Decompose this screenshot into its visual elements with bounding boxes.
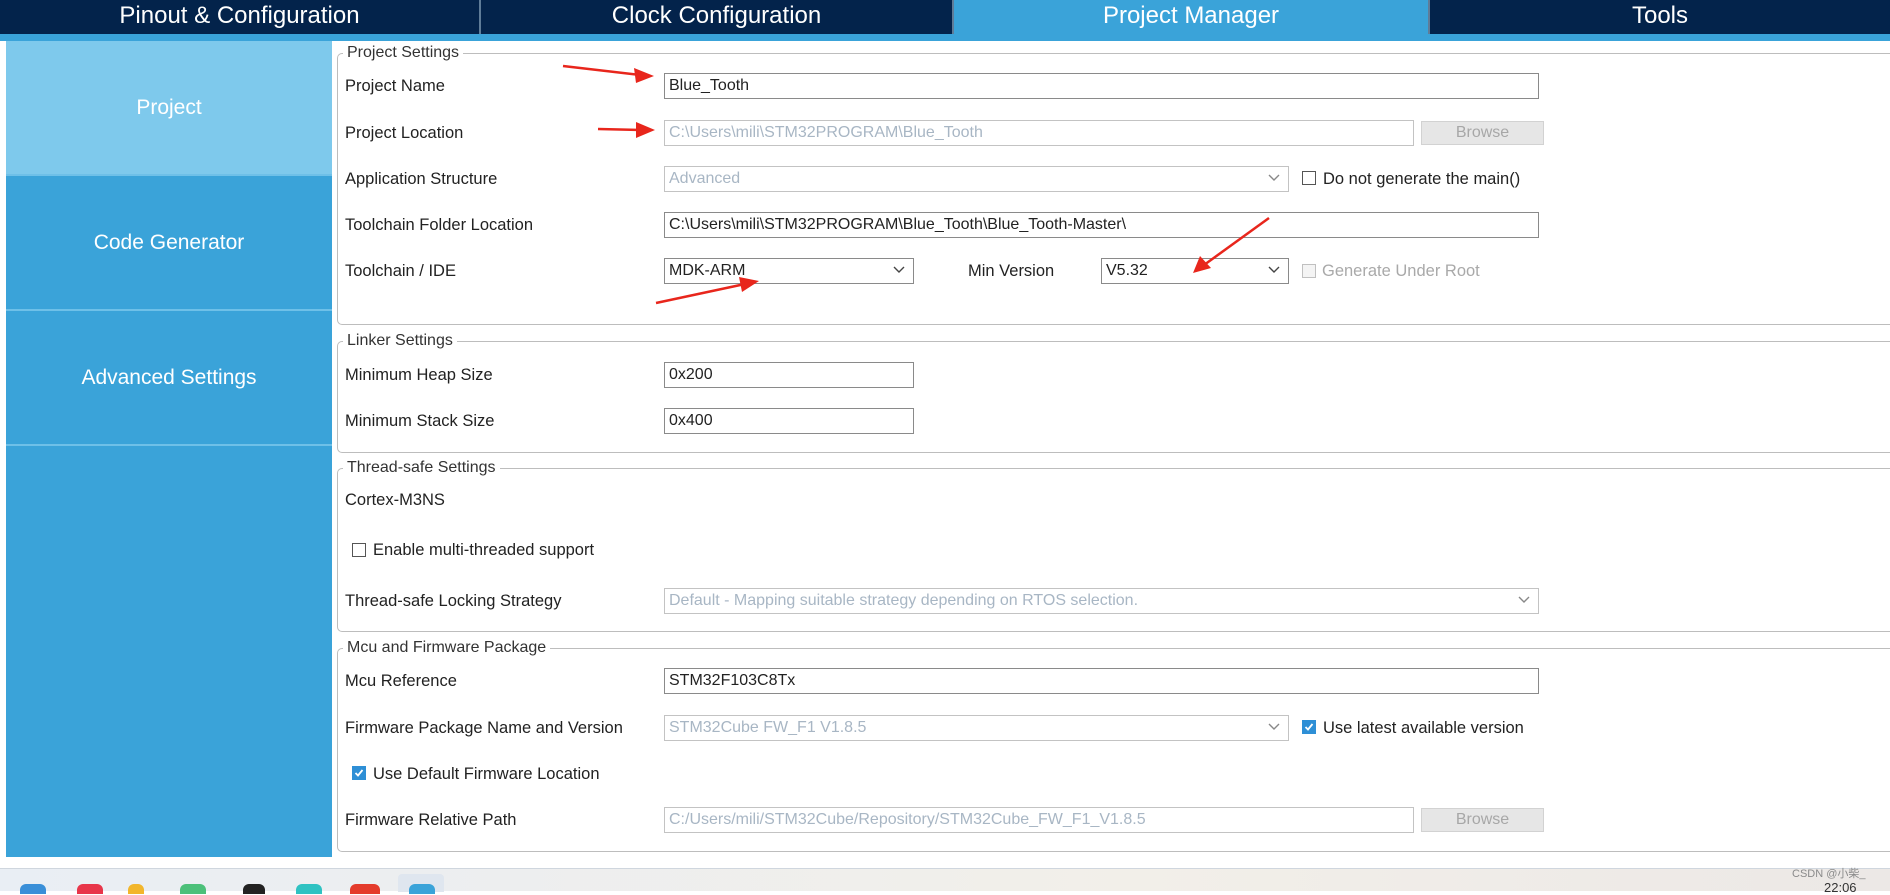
project-location-input[interactable]: C:\Users\mili\STM32PROGRAM\Blue_Tooth bbox=[664, 120, 1414, 146]
locking-strategy-value: Default - Mapping suitable strategy depe… bbox=[669, 592, 1139, 609]
mcu-firmware-legend: Mcu and Firmware Package bbox=[343, 638, 551, 658]
browser-icon[interactable] bbox=[296, 884, 322, 894]
tab-underline bbox=[0, 34, 1890, 41]
toolchain-folder-label: Toolchain Folder Location bbox=[345, 216, 534, 234]
taskbar bbox=[0, 868, 1890, 891]
no-main-checkbox[interactable] bbox=[1302, 171, 1316, 185]
min-version-label: Min Version bbox=[968, 262, 1055, 280]
project-location-label: Project Location bbox=[345, 124, 464, 142]
min-version-select[interactable]: V5.32 bbox=[1101, 258, 1289, 284]
latest-version-checkbox[interactable] bbox=[1302, 720, 1316, 734]
mcu-reference-label: Mcu Reference bbox=[345, 672, 457, 690]
tab-project-manager[interactable]: Project Manager bbox=[954, 0, 1428, 34]
locking-strategy-label: Thread-safe Locking Strategy bbox=[345, 592, 562, 610]
tab-tools[interactable]: Tools bbox=[1428, 0, 1890, 34]
firmware-package-value: STM32Cube FW_F1 V1.8.5 bbox=[669, 719, 867, 736]
default-location-label: Use Default Firmware Location bbox=[373, 765, 600, 783]
chevron-down-icon bbox=[1268, 171, 1280, 183]
sidebar-item-code-generator[interactable]: Code Generator bbox=[6, 176, 332, 311]
firmware-path-label: Firmware Relative Path bbox=[345, 811, 517, 829]
toolchain-ide-select[interactable]: MDK-ARM bbox=[664, 258, 914, 284]
tab-pinout-configuration[interactable]: Pinout & Configuration bbox=[0, 0, 481, 34]
start-icon[interactable] bbox=[20, 884, 46, 894]
chevron-down-icon bbox=[1268, 263, 1280, 275]
multithread-label: Enable multi-threaded support bbox=[373, 541, 595, 559]
min-version-value: V5.32 bbox=[1106, 262, 1148, 279]
core-label: Cortex-M3NS bbox=[345, 491, 445, 509]
no-main-label: Do not generate the main() bbox=[1323, 170, 1521, 188]
firmware-package-label: Firmware Package Name and Version bbox=[345, 719, 623, 737]
sidebar: Project Code Generator Advanced Settings bbox=[6, 41, 332, 857]
latest-version-label: Use latest available version bbox=[1323, 719, 1524, 737]
chat-icon[interactable] bbox=[180, 884, 206, 894]
locking-strategy-select[interactable]: Default - Mapping suitable strategy depe… bbox=[664, 588, 1539, 614]
generate-under-root-label: Generate Under Root bbox=[1322, 262, 1480, 280]
heap-size-input[interactable] bbox=[664, 362, 914, 388]
toolchain-ide-label: Toolchain / IDE bbox=[345, 262, 456, 280]
sidebar-item-project[interactable]: Project bbox=[6, 41, 332, 176]
firmware-path-browse-button[interactable]: Browse bbox=[1421, 808, 1544, 832]
toolchain-folder-input[interactable]: C:\Users\mili\STM32PROGRAM\Blue_Tooth\Bl… bbox=[664, 212, 1539, 238]
app-icon[interactable] bbox=[350, 884, 380, 894]
default-location-checkbox[interactable] bbox=[352, 766, 366, 780]
top-tab-bar: Pinout & Configuration Clock Configurati… bbox=[0, 0, 1890, 34]
linker-settings-group: Linker Settings bbox=[337, 331, 1890, 453]
app-icon[interactable] bbox=[243, 884, 265, 894]
thread-safe-settings-legend: Thread-safe Settings bbox=[343, 458, 500, 478]
firmware-path-input[interactable]: C:/Users/mili/STM32Cube/Repository/STM32… bbox=[664, 807, 1414, 833]
project-location-browse-button[interactable]: Browse bbox=[1421, 121, 1544, 145]
checkmark-icon bbox=[354, 769, 364, 777]
multithread-checkbox[interactable] bbox=[352, 543, 366, 557]
project-name-label: Project Name bbox=[345, 77, 445, 95]
checkmark-icon bbox=[1304, 723, 1314, 731]
folder-icon[interactable] bbox=[128, 884, 144, 894]
mcu-reference-input[interactable]: STM32F103C8Tx bbox=[664, 668, 1539, 694]
stack-size-label: Minimum Stack Size bbox=[345, 412, 495, 430]
chevron-down-icon bbox=[1268, 720, 1280, 732]
stack-size-input[interactable] bbox=[664, 408, 914, 434]
application-structure-value: Advanced bbox=[669, 170, 741, 187]
heap-size-label: Minimum Heap Size bbox=[345, 366, 493, 384]
generate-under-root-checkbox[interactable] bbox=[1302, 264, 1316, 278]
toolchain-ide-value: MDK-ARM bbox=[669, 262, 746, 279]
chevron-down-icon bbox=[1518, 593, 1530, 605]
clock-time: 22:06 bbox=[1824, 880, 1857, 895]
chevron-down-icon bbox=[893, 263, 905, 275]
tab-clock-configuration[interactable]: Clock Configuration bbox=[481, 0, 954, 34]
stm32cube-icon[interactable] bbox=[409, 884, 435, 894]
watermark-text: CSDN @小柴_ bbox=[1792, 868, 1866, 880]
firmware-package-select[interactable]: STM32Cube FW_F1 V1.8.5 bbox=[664, 715, 1289, 741]
app-icon[interactable] bbox=[77, 884, 103, 894]
application-structure-label: Application Structure bbox=[345, 170, 498, 188]
sidebar-item-advanced-settings[interactable]: Advanced Settings bbox=[6, 311, 332, 446]
application-structure-select[interactable]: Advanced bbox=[664, 166, 1289, 192]
linker-settings-legend: Linker Settings bbox=[343, 331, 457, 351]
project-name-input[interactable] bbox=[664, 73, 1539, 99]
project-settings-legend: Project Settings bbox=[343, 43, 464, 63]
